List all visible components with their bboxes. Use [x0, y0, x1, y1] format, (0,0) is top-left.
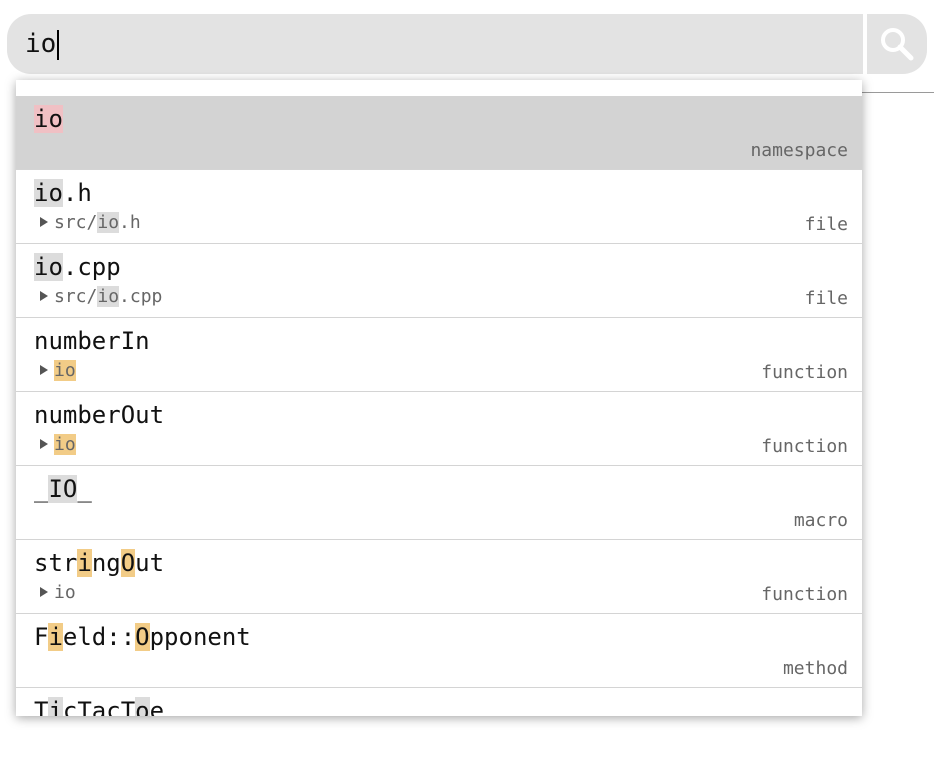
result-name-segment: i [48, 697, 63, 716]
result-kind: file [804, 288, 848, 309]
result-name-segment: ut [135, 549, 165, 577]
result-name-segment: io [34, 253, 63, 281]
result-name-segment: F [34, 623, 49, 651]
result-item[interactable]: stringOut io function [16, 540, 862, 614]
result-kind: function [761, 362, 848, 383]
expand-arrow-icon[interactable] [40, 291, 48, 301]
result-kind: method [782, 658, 848, 679]
search-input[interactable] [25, 26, 845, 62]
page: ionamespaceio.hsrc/io.hfileio.cppsrc/io.… [0, 0, 934, 778]
expand-arrow-icon[interactable] [40, 587, 48, 597]
result-path-segment: io [97, 286, 120, 307]
result-name-segment: io [34, 105, 63, 133]
result-name-segment: o [135, 697, 150, 716]
result-name-segment: e [149, 697, 165, 716]
result-name-segment: O [135, 623, 150, 651]
header-divider [862, 92, 934, 93]
result-name-segment: IO [48, 475, 78, 503]
result-name: numberIn [34, 324, 150, 358]
dropdown-spacer [16, 80, 862, 96]
result-kind: function [761, 436, 848, 457]
result-name: Field::Opponent [34, 620, 251, 654]
result-item[interactable]: TicTacToe [16, 688, 862, 716]
result-name: TicTacToe [34, 694, 164, 716]
result-name: _IO_ [34, 472, 92, 506]
result-name-segment: numberIn [34, 327, 150, 355]
result-name-segment: _ [77, 475, 92, 503]
result-path: io [40, 581, 76, 605]
result-path-segment: src/ [54, 286, 98, 307]
result-name-segment: O [120, 549, 136, 577]
result-name: stringOut [34, 546, 164, 580]
result-name: io.h [34, 176, 92, 210]
result-path: io [40, 433, 76, 457]
result-item[interactable]: io namespace [16, 96, 862, 170]
result-name-segment: .cpp [62, 253, 121, 281]
result-name: io.cpp [34, 250, 121, 284]
result-name-segment: str [34, 549, 78, 577]
result-path: io [40, 359, 76, 383]
result-path-segment: .h [119, 212, 141, 233]
result-kind: function [761, 584, 848, 605]
result-path-segment: src/ [54, 212, 98, 233]
result-name: io [34, 102, 63, 136]
result-path: src/io.cpp [40, 285, 162, 309]
result-item[interactable]: _IO_macro [16, 466, 862, 540]
result-path-segment: io [54, 360, 76, 381]
search-icon [881, 28, 914, 61]
result-item[interactable]: Field::Opponentmethod [16, 614, 862, 688]
result-item[interactable]: io.h src/io.h file [16, 170, 862, 244]
result-name-segment: i [48, 623, 63, 651]
result-item[interactable]: numberIn io function [16, 318, 862, 392]
result-name-segment: pponent [149, 623, 251, 651]
result-name-segment: T [34, 697, 49, 716]
result-path-segment: io [97, 212, 120, 233]
result-kind: file [804, 214, 848, 235]
result-path-segment: io [54, 582, 76, 603]
expand-arrow-icon[interactable] [40, 365, 48, 375]
result-name-segment: .h [62, 179, 92, 207]
search-button[interactable] [867, 14, 927, 74]
result-name-segment: ng [91, 549, 121, 577]
expand-arrow-icon[interactable] [40, 217, 48, 227]
text-caret [57, 30, 59, 60]
result-path-segment: .cpp [119, 286, 163, 307]
result-item[interactable]: numberOut io function [16, 392, 862, 466]
results-dropdown: io namespace io.h src/io.h file io.cpp src/io.… [16, 80, 862, 716]
result-path-segment: io [54, 434, 76, 455]
result-name-segment: _ [34, 475, 49, 503]
result-kind: macro [793, 510, 848, 531]
result-name: numberOut [34, 398, 164, 432]
result-name-segment: io [34, 179, 63, 207]
result-name-segment: i [77, 549, 92, 577]
result-kind: namespace [750, 140, 848, 161]
result-item[interactable]: io.cpp src/io.cpp file [16, 244, 862, 318]
result-path: src/io.h [40, 211, 141, 235]
result-name-segment: cTacT [62, 697, 136, 716]
result-name-segment: eld:: [62, 623, 136, 651]
search-bar [7, 14, 863, 74]
result-name-segment: numberOut [34, 401, 165, 429]
expand-arrow-icon[interactable] [40, 439, 48, 449]
